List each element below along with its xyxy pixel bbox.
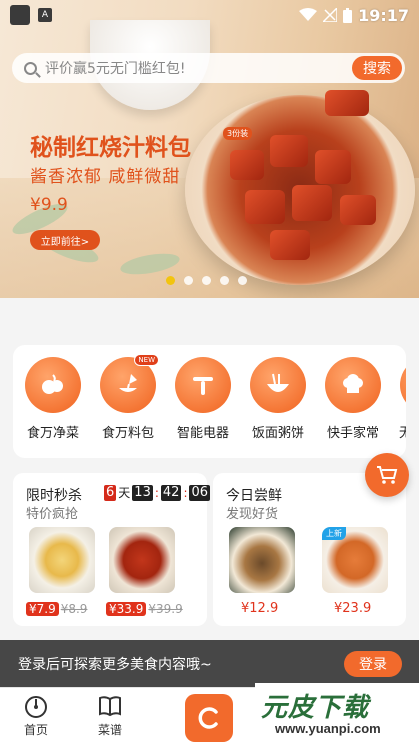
product-image[interactable]: 上新: [322, 527, 388, 593]
search-input[interactable]: 评价赢5元无门槛红包!: [45, 58, 352, 78]
search-button[interactable]: 搜索: [352, 56, 402, 80]
tab-label: 菜谱: [97, 723, 122, 737]
carousel-dots: [166, 276, 247, 285]
sale-price: ¥7.9: [26, 602, 59, 616]
new-tag: 上新: [322, 527, 346, 540]
new-badge: NEW: [134, 354, 159, 366]
category-item[interactable]: 快手家常: [318, 357, 388, 441]
tab-recipes[interactable]: 菜谱: [82, 693, 138, 738]
watermark-brand: 元皮下载: [261, 693, 370, 723]
category-label: 食万净菜: [26, 426, 79, 441]
clock: 19:17: [358, 5, 409, 25]
fresh-title: 今日尝鲜: [226, 488, 282, 504]
meat-piece: [292, 185, 332, 221]
countdown-days: 6: [104, 484, 117, 501]
carousel-dot[interactable]: [166, 276, 175, 285]
category-item[interactable]: 食万净菜: [18, 357, 88, 441]
category-label: 无: [399, 426, 406, 441]
countdown-seconds: 06: [189, 484, 211, 501]
countdown-minutes: 42: [160, 484, 182, 501]
product-image[interactable]: [29, 527, 95, 593]
category-item[interactable]: 智能电器: [168, 357, 238, 441]
category-label: 饭面粥饼: [251, 426, 304, 441]
status-bar: A 19:17: [0, 0, 419, 30]
cart-icon: [377, 466, 398, 484]
meat-piece: [340, 195, 376, 225]
center-c-icon: [198, 707, 218, 729]
original-price: ¥39.9: [148, 602, 183, 616]
product-image[interactable]: [109, 527, 175, 593]
category-item[interactable]: 饭面粥饼: [243, 357, 313, 441]
meat-piece: [325, 90, 369, 116]
center-action-button[interactable]: [185, 694, 233, 742]
carousel-dot[interactable]: [184, 276, 193, 285]
countdown-day-unit: 天: [118, 486, 131, 500]
recipe-book-icon: [99, 696, 121, 717]
chef-hat-icon: [325, 357, 381, 413]
sale-price: ¥33.9: [106, 602, 147, 616]
search-icon: [24, 61, 37, 75]
promo-title: 秘制红烧汁料包: [30, 135, 191, 161]
category-label: 食万料包: [101, 426, 154, 441]
flash-sale-title: 限时秒杀: [26, 488, 82, 504]
meat-piece: [230, 150, 264, 180]
app-screen: 秘制红烧汁料包 3份装 酱香浓郁 咸鲜微甜 ¥9.9 立即前往> A 19:17…: [0, 0, 419, 744]
tab-home[interactable]: 首页: [8, 693, 64, 738]
carousel-dot[interactable]: [238, 276, 247, 285]
appliance-icon: [175, 357, 231, 413]
product-image[interactable]: [229, 527, 295, 593]
promo-subtitle: 酱香浓郁 咸鲜微甜: [30, 167, 181, 187]
category-label: 智能电器: [176, 426, 229, 441]
fruit-veg-icon: [25, 357, 81, 413]
countdown-timer: 6 天 13: 42: 06: [104, 484, 211, 501]
category-row: 食万净菜 NEW 食万料包 智能电器 饭面粥饼 快手家常 无: [13, 345, 406, 458]
product-price: ¥23.9: [334, 601, 372, 616]
countdown-hours: 13: [132, 484, 153, 501]
product-price: ¥7.9 ¥8.9: [26, 601, 87, 617]
promo-tag: 3份装: [223, 127, 253, 140]
category-item[interactable]: 无: [393, 357, 406, 441]
promo-cta-button[interactable]: 立即前往>: [30, 230, 100, 250]
noodle-bowl-icon: [250, 357, 306, 413]
carousel-dot[interactable]: [220, 276, 229, 285]
category-label: 快手家常: [326, 426, 379, 441]
promo-banner[interactable]: 秘制红烧汁料包 3份装 酱香浓郁 咸鲜微甜 ¥9.9 立即前往>: [0, 0, 419, 298]
search-bar[interactable]: 评价赢5元无门槛红包! 搜索: [12, 53, 405, 83]
tab-label: 首页: [23, 723, 48, 737]
meat-piece: [245, 190, 285, 224]
signal-off-icon: [323, 8, 338, 22]
login-button[interactable]: 登录: [344, 650, 402, 677]
a-notification-icon: A: [38, 8, 52, 22]
product-price: ¥12.9: [241, 601, 279, 616]
fresh-picks-card[interactable]: 今日尝鲜 发现好货 上新 ¥12.9 ¥23.9: [213, 473, 406, 626]
floating-cart-button[interactable]: [365, 453, 409, 497]
meat-piece: [315, 150, 351, 184]
watermark-url: www.yuanpi.com: [275, 721, 381, 736]
flash-sale-card[interactable]: 限时秒杀 6 天 13: 42: 06 特价疯抢 ¥7.9 ¥8.9 ¥33.9…: [13, 473, 211, 626]
app-notification-icon: [10, 5, 30, 25]
promo-price: ¥9.9: [30, 195, 68, 215]
fresh-subtitle: 发现好货: [226, 507, 279, 522]
category-circle: [400, 357, 406, 413]
sauce-pour-icon: NEW: [100, 354, 159, 413]
wifi-icon: [299, 8, 318, 21]
original-price: ¥8.9: [60, 602, 88, 616]
category-item[interactable]: NEW 食万料包: [93, 354, 163, 441]
home-icon: [25, 696, 47, 718]
watermark: 元皮下载 www.yuanpi.com: [255, 683, 419, 744]
login-prompt-bar: 登录后可探索更多美食内容哦~ 登录: [0, 640, 419, 687]
flash-sale-subtitle: 特价疯抢: [26, 507, 79, 522]
product-price: ¥33.9 ¥39.9: [106, 601, 183, 617]
battery-icon: [343, 7, 353, 23]
meat-piece: [270, 230, 310, 260]
meat-piece: [270, 135, 308, 167]
carousel-dot[interactable]: [202, 276, 211, 285]
login-prompt-message: 登录后可探索更多美食内容哦~: [18, 656, 212, 673]
